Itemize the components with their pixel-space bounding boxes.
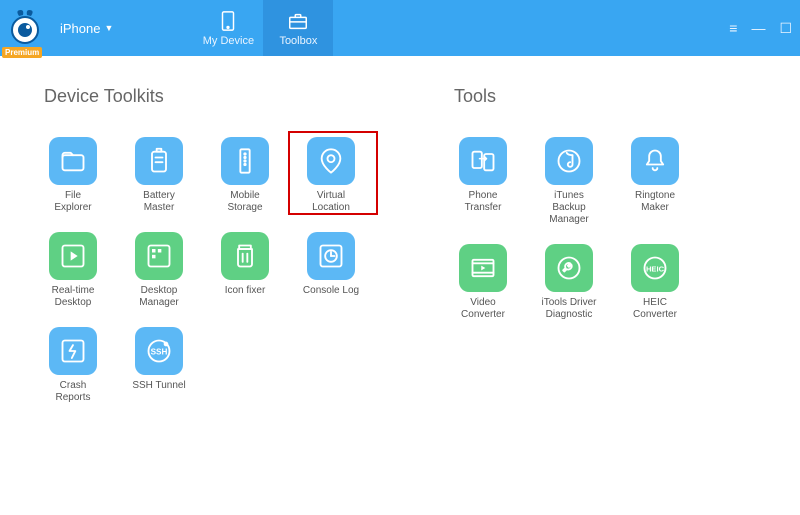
tab-label: Toolbox	[279, 35, 317, 47]
toolkit-ssh-tunnel[interactable]: SSH SSH Tunnel	[130, 327, 188, 404]
toolkit-label: SSH Tunnel	[132, 380, 185, 392]
toolkit-label: Phone Transfer	[454, 190, 512, 214]
tab-toolbox[interactable]: Toolbox	[263, 0, 333, 56]
file-explorer-icon	[49, 137, 97, 185]
toolkit-label: Video Converter	[461, 297, 505, 321]
section-title: Device Toolkits	[44, 86, 414, 107]
itunes-backup-manager-icon	[545, 137, 593, 185]
device-selector[interactable]: iPhone ▼	[50, 0, 123, 56]
chevron-down-icon: ▼	[104, 23, 113, 33]
toolkit-itunes-backup-manager[interactable]: iTunes Backup Manager	[540, 137, 598, 226]
toolkit-phone-transfer[interactable]: Phone Transfer	[454, 137, 512, 226]
phone-transfer-icon	[459, 137, 507, 185]
toolkit-label: File Explorer	[54, 190, 91, 214]
toolkit-label: iTools Driver Diagnostic	[541, 297, 596, 321]
toolkit-battery-master[interactable]: Battery Master	[130, 137, 188, 214]
section-device-toolkits: Device Toolkits File Explorer Battery Mas…	[44, 86, 414, 404]
toolkit-itools-driver-diagnostic[interactable]: iTools Driver Diagnostic	[540, 244, 598, 321]
main-tabs: My Device Toolbox	[193, 0, 333, 56]
header: Premium iPhone ▼ My Device Toolbox ≡ ― ☐	[0, 0, 800, 56]
svg-text:SSH: SSH	[151, 348, 168, 357]
window-controls: ≡ ― ☐	[721, 0, 800, 56]
heic-converter-icon: HEIC	[631, 244, 679, 292]
toolkit-video-converter[interactable]: Video Converter	[454, 244, 512, 321]
toolkit-label: Console Log	[303, 285, 359, 297]
tab-label: My Device	[203, 35, 254, 47]
minimize-icon[interactable]: ―	[751, 20, 765, 36]
toolkit-label: Ringtone Maker	[626, 190, 684, 214]
toolkit-label: Mobile Storage	[216, 190, 274, 214]
toolkit-crash-reports[interactable]: Crash Reports	[44, 327, 102, 404]
desktop-manager-icon	[135, 232, 183, 280]
toolkit-heic-converter[interactable]: HEIC HEIC Converter	[626, 244, 684, 321]
device-label: iPhone	[60, 21, 100, 36]
tablet-icon	[217, 10, 239, 32]
toolkit-ringtone-maker[interactable]: Ringtone Maker	[626, 137, 684, 226]
tab-my-device[interactable]: My Device	[193, 0, 263, 56]
video-converter-icon	[459, 244, 507, 292]
console-log-icon	[307, 232, 355, 280]
menu-icon[interactable]: ≡	[729, 20, 737, 36]
toolkit-label: HEIC Converter	[626, 297, 684, 321]
virtual-location-icon	[307, 137, 355, 185]
tools-grid: Phone Transfer iTunes Backup Manager Ringt…	[454, 137, 744, 321]
mobile-storage-icon	[221, 137, 269, 185]
real-time-desktop-icon	[49, 232, 97, 280]
toolkit-label: Battery Master	[130, 190, 188, 214]
toolkit-label: Real-time Desktop	[52, 285, 95, 309]
toolkit-mobile-storage[interactable]: Mobile Storage	[216, 137, 274, 214]
toolkit-label: Crash Reports	[44, 380, 102, 404]
toolkit-real-time-desktop[interactable]: Real-time Desktop	[44, 232, 102, 309]
crash-reports-icon	[49, 327, 97, 375]
section-tools: Tools Phone Transfer iTunes Backup Manage…	[454, 86, 744, 404]
toolbox-icon	[287, 10, 309, 32]
ssh-tunnel-icon: SSH	[135, 327, 183, 375]
maximize-icon[interactable]: ☐	[779, 20, 792, 37]
toolkit-label: Virtual Location	[302, 190, 360, 214]
section-title: Tools	[454, 86, 744, 107]
toolkit-label: iTunes Backup Manager	[540, 190, 598, 226]
toolkit-virtual-location[interactable]: Virtual Location	[302, 137, 360, 214]
battery-master-icon	[135, 137, 183, 185]
app-logo: Premium	[0, 0, 50, 56]
itools-driver-diagnostic-icon	[545, 244, 593, 292]
toolkit-desktop-manager[interactable]: Desktop Manager	[130, 232, 188, 309]
ringtone-maker-icon	[631, 137, 679, 185]
svg-text:HEIC: HEIC	[646, 265, 665, 274]
toolkit-console-log[interactable]: Console Log	[302, 232, 360, 309]
device-toolkits-grid: File Explorer Battery Master Mobile Storag…	[44, 137, 414, 404]
toolkit-file-explorer[interactable]: File Explorer	[44, 137, 102, 214]
icon-fixer-icon	[221, 232, 269, 280]
toolkit-label: Desktop Manager	[139, 285, 178, 309]
premium-badge: Premium	[2, 47, 42, 58]
page: Device Toolkits File Explorer Battery Mas…	[0, 56, 800, 404]
toolkit-label: Icon fixer	[225, 285, 266, 297]
toolkit-icon-fixer[interactable]: Icon fixer	[216, 232, 274, 309]
